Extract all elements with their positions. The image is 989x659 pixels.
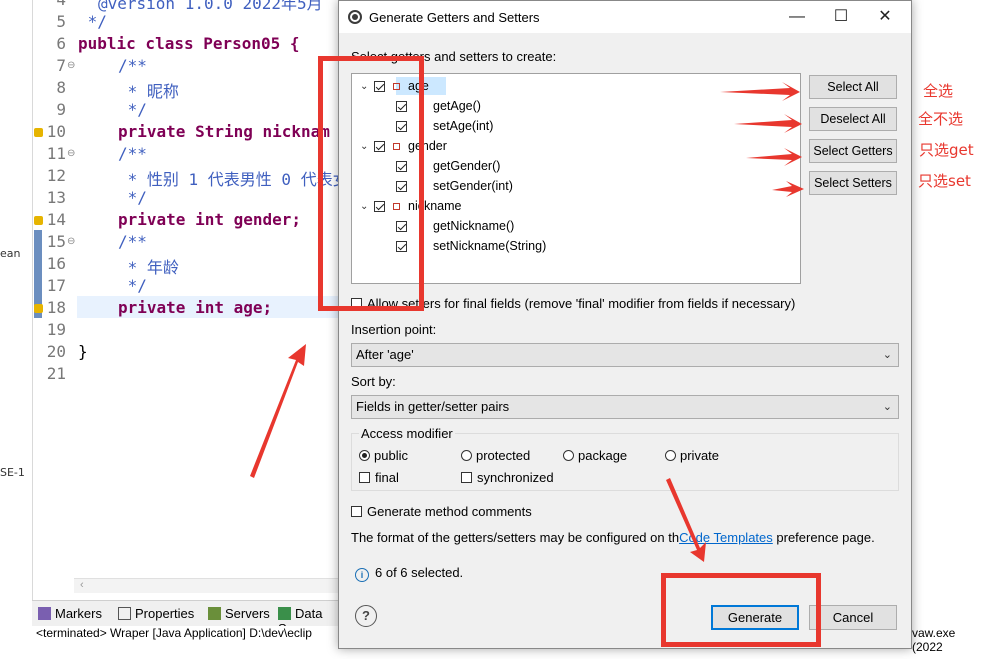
annotation-arrows <box>250 82 804 562</box>
annotation-getters-note: 只选get <box>919 141 974 159</box>
annotation-deselect-all-note: 全不选 <box>918 110 964 128</box>
annotation-select-all-note: 全选 <box>923 82 954 100</box>
annotation-setters-note: 只选set <box>918 172 971 190</box>
annotation-arrow <box>720 82 800 101</box>
annotation-arrow <box>666 478 706 562</box>
annotation-arrow <box>250 344 306 478</box>
annotation-arrow <box>734 114 802 133</box>
annotation-arrow <box>746 148 802 166</box>
annotation-arrow <box>772 181 804 197</box>
